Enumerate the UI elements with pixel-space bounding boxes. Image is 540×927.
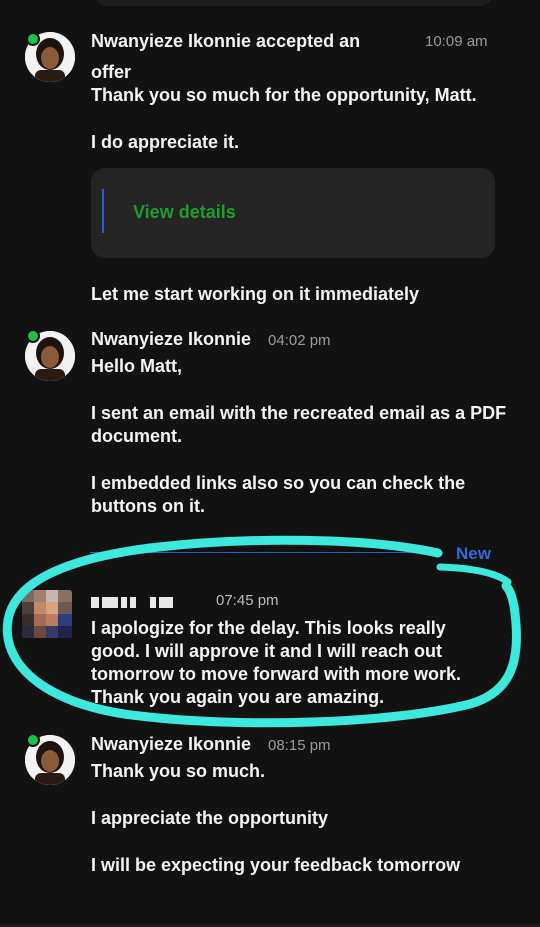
message-line: Hello Matt, xyxy=(91,356,183,376)
online-indicator xyxy=(26,733,40,747)
message-line: I sent an email with the recreated email… xyxy=(91,403,507,446)
message-line: Thank you so much. xyxy=(91,761,266,781)
new-messages-label: New xyxy=(456,544,491,563)
message-body: Thank you so much. I appreciate the oppo… xyxy=(91,760,511,877)
online-indicator xyxy=(26,329,40,343)
message-line: Thank you so much for the opportunity, M… xyxy=(91,85,477,105)
message-line: I will be expecting your feedback tomorr… xyxy=(91,855,461,875)
view-details-link[interactable]: View details xyxy=(133,202,236,223)
message-line: Let me start working on it immediately xyxy=(91,284,420,304)
message-line: I do appreciate it. xyxy=(91,132,240,152)
blurred-sender-name xyxy=(91,594,176,609)
message-time: 10:09 am xyxy=(425,33,488,50)
message-line: I appreciate the opportunity xyxy=(91,808,329,828)
previous-message-card xyxy=(94,0,494,6)
sender-name[interactable]: Nwanyieze Ikonnie xyxy=(91,734,251,755)
sender-name[interactable]: Nwanyieze Ikonnie xyxy=(91,329,251,350)
new-messages-divider xyxy=(90,552,432,553)
message-line: I apologize for the delay. This looks re… xyxy=(91,618,462,707)
sender-name[interactable]: Nwanyieze Ikonnie accepted an xyxy=(91,31,360,52)
offer-card[interactable]: View details xyxy=(91,168,495,258)
message-time: 07:45 pm xyxy=(216,592,279,609)
message-time: 08:15 pm xyxy=(268,737,331,754)
online-indicator xyxy=(26,32,40,46)
sender-name-continued: offer xyxy=(91,62,131,82)
card-accent-bar xyxy=(102,189,104,233)
avatar[interactable] xyxy=(22,590,72,638)
message-body: offer Thank you so much for the opportun… xyxy=(91,61,511,154)
message-time: 04:02 pm xyxy=(268,332,331,349)
message-line: I embedded links also so you can check t… xyxy=(91,473,466,516)
message-body: Hello Matt, I sent an email with the rec… xyxy=(91,355,511,518)
